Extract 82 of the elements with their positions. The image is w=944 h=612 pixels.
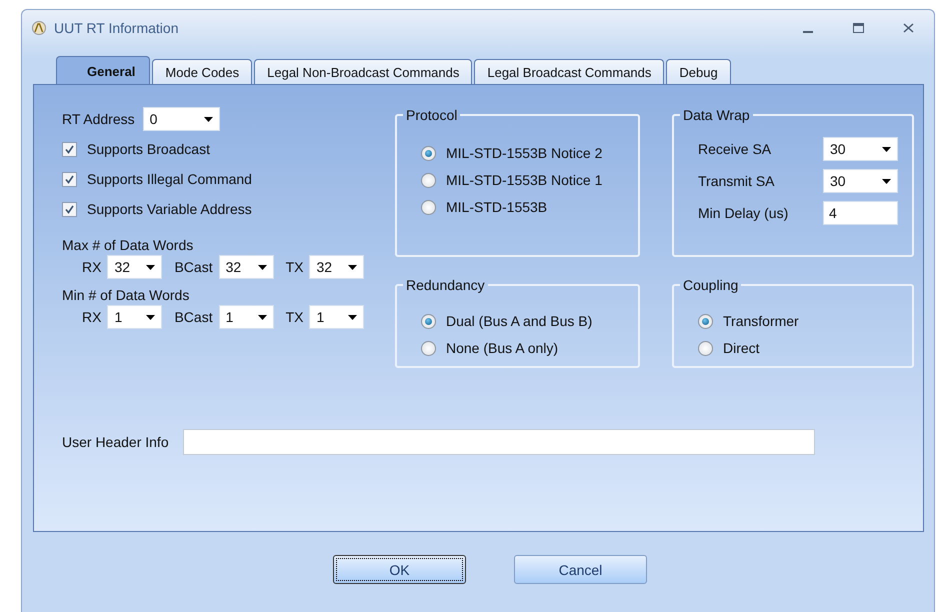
field-label: TX <box>286 259 304 275</box>
field-label: Min Delay (us) <box>698 205 788 221</box>
count-dropdown[interactable]: 1 <box>309 305 364 329</box>
group-title: Coupling <box>682 277 740 293</box>
radio-option[interactable]: Transformer <box>698 313 898 329</box>
checkbox-label: Supports Illegal Command <box>87 171 252 187</box>
radio-option[interactable]: None (Bus A only) <box>421 340 624 356</box>
field-label: BCast <box>174 309 213 325</box>
subaddress-dropdown[interactable]: 30 <box>823 169 898 193</box>
dropdown-caret-icon <box>882 178 891 184</box>
group-title: Data Wrap <box>682 107 751 123</box>
radio-label: MIL-STD-1553B <box>446 199 548 215</box>
tab[interactable]: Legal Non-Broadcast Commands <box>254 59 472 85</box>
group-title: Redundancy <box>405 277 486 293</box>
delay-field[interactable]: 4 <box>823 201 898 225</box>
radio-label: Dual (Bus A and Bus B) <box>446 313 592 329</box>
checkbox[interactable] <box>62 202 77 216</box>
checkbox-label: Supports Variable Address <box>87 201 252 217</box>
checkbox[interactable] <box>62 172 77 186</box>
radio-option[interactable]: MIL-STD-1553B Notice 2 <box>421 145 624 161</box>
radio-option[interactable]: MIL-STD-1553B Notice 1 <box>421 172 624 188</box>
field-label: RX <box>82 259 102 275</box>
tab[interactable]: Mode Codes <box>152 59 252 85</box>
dropdown-caret-icon <box>146 264 156 270</box>
rt-address-dropdown[interactable]: 0 <box>142 107 220 131</box>
radio-button[interactable] <box>698 314 713 328</box>
checkbox-option[interactable]: Supports Broadcast <box>62 141 395 157</box>
minimize-icon <box>803 31 813 33</box>
radio-label: MIL-STD-1553B Notice 1 <box>446 172 602 188</box>
checkbox-option[interactable]: Supports Variable Address <box>62 201 395 217</box>
check-icon <box>65 174 74 184</box>
radio-option[interactable]: MIL-STD-1553B <box>421 199 624 215</box>
maximize-icon <box>852 23 864 33</box>
count-dropdown[interactable]: 32 <box>309 255 364 279</box>
radio-option[interactable]: Dual (Bus A and Bus B) <box>421 313 624 329</box>
dialog-button[interactable]: Cancel <box>514 555 647 584</box>
dropdown-caret-icon <box>204 116 213 122</box>
checkbox-option[interactable]: Supports Illegal Command <box>62 171 395 187</box>
field-label: Transmit SA <box>698 173 774 189</box>
checkbox[interactable] <box>62 142 77 156</box>
dropdown-caret-icon <box>882 146 891 152</box>
radio-label: Direct <box>723 340 760 356</box>
subaddress-dropdown[interactable]: 30 <box>823 137 898 161</box>
radio-option[interactable]: Direct <box>698 340 898 356</box>
radio-button[interactable] <box>421 314 436 328</box>
dropdown-caret-icon <box>258 314 267 320</box>
tab[interactable]: General <box>56 56 150 85</box>
radio-label: MIL-STD-1553B Notice 2 <box>446 145 602 161</box>
field-label: User Header Info <box>62 434 169 450</box>
count-dropdown[interactable]: 1 <box>107 305 162 329</box>
count-dropdown[interactable]: 32 <box>107 255 162 279</box>
close-icon <box>902 23 914 33</box>
user-header-field[interactable] <box>182 429 815 455</box>
field-label: Receive SA <box>698 141 772 157</box>
dropdown-caret-icon <box>146 314 156 320</box>
app-logo-icon <box>32 21 46 35</box>
dropdown-caret-icon <box>348 264 358 270</box>
radio-button[interactable] <box>698 340 713 356</box>
check-icon <box>65 204 74 214</box>
window-title: UUT RT Information <box>54 20 180 36</box>
checkbox-label: Supports Broadcast <box>87 141 210 157</box>
dropdown-caret-icon <box>348 314 358 320</box>
radio-button[interactable] <box>421 146 436 160</box>
count-dropdown[interactable]: 32 <box>218 255 274 279</box>
check-icon <box>65 144 74 154</box>
radio-button[interactable] <box>421 200 436 214</box>
tab[interactable]: Legal Broadcast Commands <box>474 59 664 85</box>
field-label: RT Address <box>62 111 135 127</box>
radio-label: None (Bus A only) <box>446 340 558 356</box>
field-label: TX <box>286 309 304 325</box>
count-dropdown[interactable]: 1 <box>218 305 274 329</box>
radio-label: Transformer <box>723 313 799 329</box>
section-label: Max # of Data Words <box>62 237 194 253</box>
tab[interactable]: Debug <box>666 59 731 85</box>
radio-button[interactable] <box>421 340 436 356</box>
field-label: BCast <box>174 259 213 275</box>
group-title: Protocol <box>405 107 458 123</box>
dialog-button[interactable]: OK <box>333 555 466 584</box>
radio-button[interactable] <box>421 172 436 188</box>
section-label: Min # of Data Words <box>62 287 190 303</box>
field-label: RX <box>82 309 102 325</box>
dropdown-caret-icon <box>258 264 267 270</box>
